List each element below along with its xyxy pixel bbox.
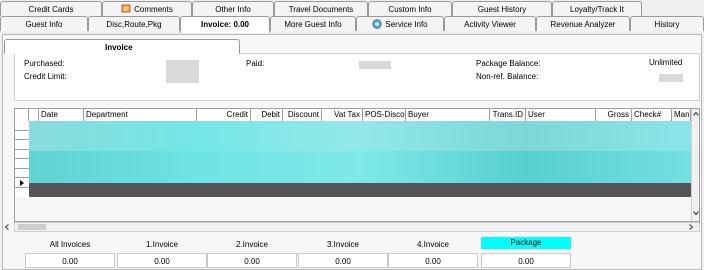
purchased-label: Purchased: [24,59,65,68]
subtab-invoice[interactable]: Invoice [4,39,240,54]
package-balance-value: Unlimited [649,58,683,67]
subtab-label: Invoice [105,43,133,52]
summary-label-package: Package [481,237,571,249]
tab-label: Loyalty/Track It [570,5,624,14]
col-gross[interactable]: Gross [596,109,632,121]
table-row[interactable] [29,151,691,183]
service-info-icon [372,19,382,29]
tab-label: Comments [134,5,173,14]
package-balance-label: Package Balance: [476,59,541,68]
tab-loyalty-track-it[interactable]: Loyalty/Track It [552,1,642,16]
col-debit[interactable]: Debit [251,109,283,121]
summary-label-invoice-4: 4.Invoice [416,240,450,249]
invoice-grid[interactable]: Date Department Credit Debit Discount Va… [14,108,700,222]
col-discount[interactable]: Discount [283,109,322,121]
tab-disc-route-pkg[interactable]: Disc,Route,Pkg [88,16,180,31]
horizontal-scroll-thumb[interactable] [18,224,46,230]
tab-row-2: Guest Info Disc,Route,Pkg Invoice: 0.00 … [0,16,704,33]
summary-value-invoice-1: 0.00 [117,253,207,268]
tab-label: Disc,Route,Pkg [106,20,162,29]
nonref-balance-label: Non-ref. Balance: [476,72,539,81]
tab-label: Custom Info [388,5,432,14]
row-pointer-icon [20,180,24,186]
credit-limit-label: Credit Limit: [24,72,67,81]
col-credit[interactable]: Credit [197,109,251,121]
paid-value [359,61,391,69]
nonref-balance-value [659,74,683,82]
tab-guest-info[interactable]: Guest Info [0,16,88,31]
tab-row-1: Credit Cards Comments Other Info Travel … [0,1,704,17]
table-row[interactable] [29,121,691,151]
purchased-value [166,60,199,83]
tab-label: Guest Info [25,20,63,29]
tab-label: Invoice: 0.00 [200,20,250,29]
col-date[interactable]: Date [39,109,84,121]
tab-service-info[interactable]: Service Info [356,16,444,31]
tab-other-info[interactable]: Other Info [192,1,274,16]
tab-more-guest-info[interactable]: More Guest Info [270,16,356,31]
comments-icon [121,4,131,13]
summary-label-invoice-3: 3.Invoice [326,240,360,249]
tab-activity-viewer[interactable]: Activity Viewer [444,16,536,31]
grid-rows[interactable] [29,121,691,197]
summary-value-invoice-3: 0.00 [298,253,388,268]
col-vat-tax[interactable]: Vat Tax [322,109,363,121]
paid-label: Paid: [246,59,265,68]
tab-revenue-analyzer[interactable]: Revenue Analyzer [536,16,630,31]
tab-label: Revenue Analyzer [550,20,616,29]
tab-label: Travel Documents [288,5,354,14]
col-user[interactable]: User [526,109,596,121]
tab-label: More Guest Info [284,20,342,29]
col-manual[interactable]: Manua [672,109,691,121]
tab-label: History [654,20,680,29]
row-header-column [15,121,30,197]
tab-comments[interactable]: Comments [102,1,192,16]
col-trans-id[interactable]: Trans.ID [490,109,526,121]
col-department[interactable]: Department [84,109,197,121]
tab-label: Other Info [215,5,251,14]
table-row[interactable] [29,183,691,197]
scroll-left-arrow[interactable] [3,223,11,231]
tab-credit-cards[interactable]: Credit Cards [0,1,102,16]
grid-vertical-scrollbar[interactable] [691,109,700,221]
scroll-right-arrow[interactable] [687,223,695,231]
invoice-summary-box: Purchased: Credit Limit: Paid: Package B… [14,53,700,101]
summary-label-all-invoices: All Invoices [49,240,91,249]
col-check[interactable]: Check# [632,109,672,121]
tab-label: Guest History [477,5,527,14]
tab-custom-info[interactable]: Custom Info [368,1,452,16]
summary-label-invoice-2: 2.Invoice [235,240,269,249]
col-pos-discount[interactable]: POS-Discou [363,109,406,121]
summary-value-all-invoices: 0.00 [25,253,115,268]
grid-horizontal-scrollbar[interactable] [4,222,700,232]
tab-guest-history[interactable]: Guest History [452,1,552,16]
tab-label: Credit Cards [28,5,74,14]
scroll-up-arrow[interactable] [692,110,700,118]
col-buyer[interactable]: Buyer [406,109,490,121]
summary-value-invoice-2: 0.00 [207,253,297,268]
scroll-down-arrow[interactable] [692,209,700,217]
summary-value-invoice-4: 0.00 [388,253,478,268]
summary-value-package: 0.00 [481,253,571,268]
tab-invoice[interactable]: Invoice: 0.00 [180,16,270,33]
tab-label: Activity Viewer [464,20,516,29]
tab-label: Service Info [385,20,428,29]
tab-travel-documents[interactable]: Travel Documents [274,1,368,16]
tab-history[interactable]: History [630,16,704,31]
summary-label-invoice-1: 1.Invoice [145,240,179,249]
